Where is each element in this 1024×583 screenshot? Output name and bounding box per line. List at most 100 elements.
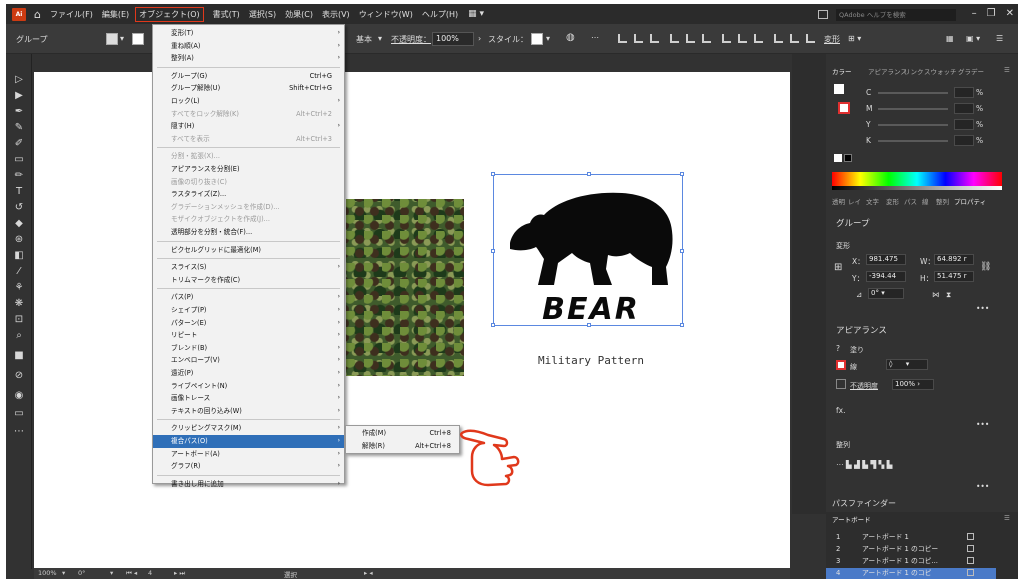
rotation-value[interactable]: 0° <box>78 569 85 577</box>
menu-view[interactable]: 表示(V) <box>322 9 350 20</box>
panel-menu-icon[interactable]: ☰ <box>1004 514 1010 522</box>
artboard-row[interactable]: 1 アートボード 1 <box>826 532 996 543</box>
more-options-icon[interactable]: ••• <box>976 420 989 429</box>
type-tool-icon[interactable]: T <box>13 186 25 198</box>
w-field[interactable]: 64.892 r <box>934 254 974 265</box>
effects-icon[interactable]: fx. <box>836 406 845 415</box>
opacity-label[interactable]: 不透明度： <box>391 34 431 45</box>
object-menu-item[interactable]: ライブペイント(N) › <box>153 380 344 393</box>
close-icon[interactable]: ✕ <box>1006 8 1014 19</box>
restore-icon[interactable]: ❐ <box>987 8 996 19</box>
opacity-field[interactable]: 100% › <box>892 379 934 390</box>
tab-transparency[interactable]: 透明 <box>832 196 845 206</box>
curvature-tool-icon[interactable]: ✎ <box>13 122 25 134</box>
channel-c-slider[interactable] <box>878 92 948 94</box>
eraser-tool-icon[interactable]: ◆ <box>13 218 25 230</box>
object-menu-item[interactable]: シェイプ(P) › <box>153 304 344 317</box>
artboard-row[interactable]: 4 アートボード 1 のコピ <box>826 568 996 579</box>
stroke-weight-field[interactable]: ◊ ▾ <box>886 359 928 370</box>
object-menu-item[interactable]: 整列(A) › <box>153 52 344 65</box>
distribute-middle-icon[interactable] <box>738 34 747 43</box>
tab-align[interactable]: 整列 <box>936 196 949 206</box>
panel-menu-icon[interactable]: ☰ <box>996 34 1003 43</box>
style-swatch[interactable] <box>531 33 543 45</box>
h-field[interactable]: 51.475 r <box>934 271 974 282</box>
more-options-icon[interactable]: ••• <box>976 304 989 313</box>
object-menu-item[interactable]: スライス(S) › <box>153 261 344 274</box>
reference-point-icon[interactable]: ⊞ <box>834 262 842 273</box>
object-menu-item[interactable]: ラスタライズ(Z)... <box>153 188 344 201</box>
object-menu-item[interactable]: ブレンド(B) › <box>153 342 344 355</box>
chevron-down-icon[interactable]: ▾ <box>120 34 124 43</box>
menu-select[interactable]: 選択(S) <box>249 9 276 20</box>
object-menu-item[interactable]: パス(P) › <box>153 291 344 304</box>
home-icon[interactable]: ⌂ <box>34 8 41 21</box>
selection-handle[interactable] <box>491 249 495 253</box>
menu-help[interactable]: ヘルプ(H) <box>422 9 458 20</box>
panel-toggle-icon[interactable] <box>818 10 828 19</box>
more-options-icon[interactable]: ••• <box>976 482 989 491</box>
eyedropper-tool-icon[interactable]: ⁄ <box>13 266 25 278</box>
symbol-sprayer-tool-icon[interactable]: ❋ <box>13 298 25 310</box>
tab-appearance[interactable]: アピアランス <box>868 66 907 76</box>
panel-menu-icon[interactable]: ☰ <box>1004 66 1010 74</box>
menu-type[interactable]: 書式(T) <box>213 9 240 20</box>
selection-handle[interactable] <box>587 172 591 176</box>
artboard-row[interactable]: 3 アートボード 1 のコピ... <box>826 556 996 567</box>
object-menu-item[interactable]: 書き出し用に追加 › <box>153 478 344 491</box>
width-tool-icon[interactable]: ⊛ <box>13 234 25 246</box>
align-middle-icon[interactable] <box>686 34 695 43</box>
selection-handle[interactable] <box>491 172 495 176</box>
object-menu-item[interactable]: エンベロープ(V) › <box>153 354 344 367</box>
tab-stroke[interactable]: 線 <box>922 196 929 206</box>
recolor-icon[interactable]: ◍ <box>566 32 575 43</box>
channel-m-field[interactable] <box>954 103 974 114</box>
pattern-caption[interactable]: Military Pattern <box>516 354 666 367</box>
rectangle-tool-icon[interactable]: ▭ <box>13 154 25 166</box>
object-menu-item[interactable]: すべてをロック解除(K) Alt+Ctrl+2 <box>153 108 344 121</box>
object-menu-item[interactable]: 重ね順(A) › <box>153 40 344 53</box>
object-menu-item[interactable]: 複合パス(O) › <box>153 435 344 448</box>
menu-window[interactable]: ウィンドウ(W) <box>359 9 413 20</box>
minimize-icon[interactable]: – <box>972 8 977 19</box>
object-menu-item[interactable]: すべてを表示 Alt+Ctrl+3 <box>153 133 344 146</box>
x-field[interactable]: 981.475 <box>866 254 906 265</box>
distribute-bottom-icon[interactable] <box>754 34 763 43</box>
menu-file[interactable]: ファイル(F) <box>50 9 93 20</box>
object-menu-item[interactable]: テキストの回り込み(W) › <box>153 405 344 418</box>
object-menu-item[interactable]: アピアランスを分割(E) <box>153 163 344 176</box>
rotate-tool-icon[interactable]: ↺ <box>13 202 25 214</box>
stroke-swatch[interactable] <box>836 360 846 370</box>
object-menu-item[interactable]: グループ(G) Ctrl+G <box>153 70 344 83</box>
more-tools-icon[interactable]: ⋯ <box>13 426 25 438</box>
distribute-center-icon[interactable] <box>790 34 799 43</box>
artboard-options-icon[interactable] <box>967 569 974 576</box>
stroke-style-label[interactable]: 基本 <box>356 34 372 45</box>
grayscale-ramp[interactable] <box>832 186 1002 190</box>
blend-tool-icon[interactable]: ⚘ <box>13 282 25 294</box>
fill-none-icon[interactable]: ⊘ <box>13 370 25 382</box>
tab-character[interactable]: 文字 <box>866 196 879 206</box>
object-menu-item[interactable]: 画像トレース › <box>153 392 344 405</box>
align-to-icon[interactable]: ⋯ <box>591 33 599 42</box>
align-buttons-icon[interactable]: ⋯ ▙ ▟ ▙ ▜ ▚ ▙ <box>836 460 892 469</box>
fill-swatch[interactable] <box>106 33 118 45</box>
stroke-swatch[interactable] <box>132 33 144 45</box>
submenu-item-make[interactable]: 作成(M) Ctrl+8 <box>346 427 459 440</box>
scroll-arrows-icon[interactable]: ▸ ◂ <box>364 569 373 577</box>
chevron-right-icon[interactable]: › <box>478 34 481 43</box>
channel-k-field[interactable] <box>954 135 974 146</box>
pen-tool-icon[interactable]: ✒ <box>13 106 25 118</box>
workspace-grid-icon[interactable]: ▦ ▾ <box>468 9 484 19</box>
align-right-icon[interactable] <box>650 34 659 43</box>
align-center-icon[interactable] <box>634 34 643 43</box>
fill-color-swatch[interactable] <box>834 84 844 94</box>
help-search-input[interactable]: QAdobe ヘルプを検索 <box>836 9 956 21</box>
object-menu-item[interactable]: グラフ(R) › <box>153 460 344 473</box>
align-left-icon[interactable] <box>618 34 627 43</box>
artboard-options-icon[interactable] <box>967 533 974 540</box>
object-menu-item[interactable]: 分割・拡張(X)... <box>153 150 344 163</box>
object-menu-item[interactable]: 遠近(P) › <box>153 367 344 380</box>
screen-mode-icon[interactable]: ▭ <box>13 408 25 420</box>
channel-y-slider[interactable] <box>878 124 948 126</box>
